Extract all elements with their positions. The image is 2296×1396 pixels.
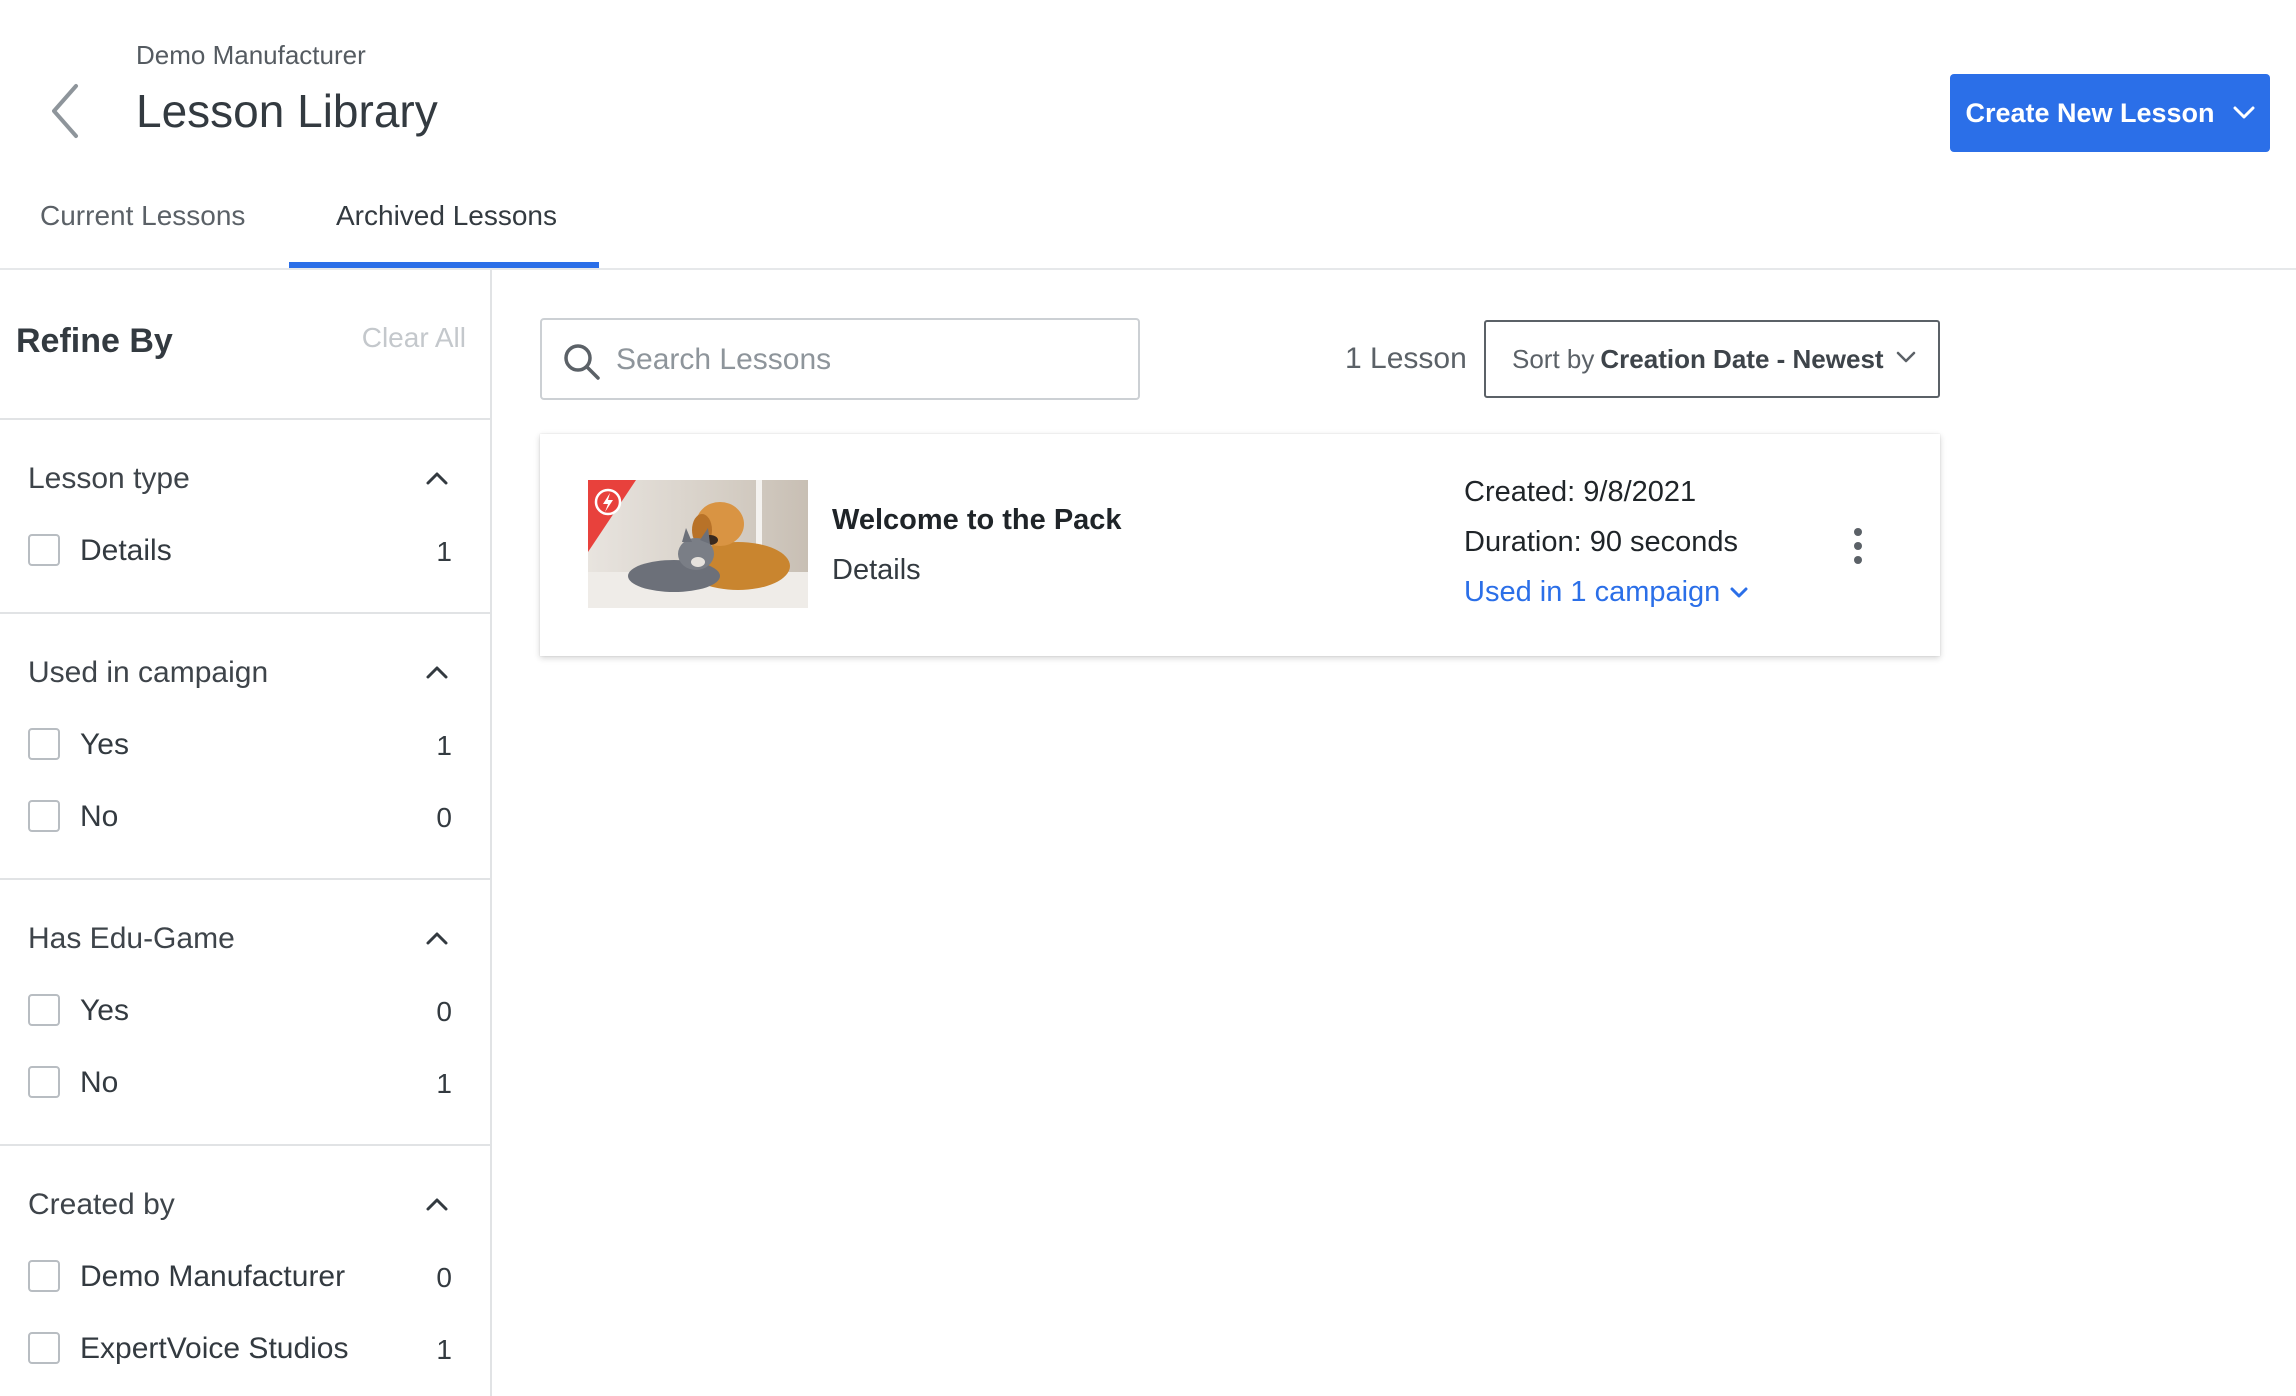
- divider: [0, 878, 490, 880]
- lesson-count: 1 Lesson: [1345, 342, 1467, 375]
- checkbox-used-in-campaign-no[interactable]: [28, 800, 60, 832]
- chevron-up-icon[interactable]: [424, 928, 450, 948]
- checkbox-created-by-demo-manufacturer[interactable]: [28, 1260, 60, 1292]
- lesson-card[interactable]: Welcome to the Pack Details Created: 9/8…: [540, 434, 1940, 656]
- checkbox-edu-game-yes[interactable]: [28, 994, 60, 1026]
- section-title-created-by: Created by: [28, 1188, 175, 1221]
- option-label: ExpertVoice Studios: [80, 1332, 349, 1365]
- option-label: Yes: [80, 728, 129, 761]
- tab-archived-lessons[interactable]: Archived Lessons: [336, 200, 557, 232]
- section-title-lesson-type: Lesson type: [28, 462, 190, 495]
- active-tab-indicator: [289, 262, 599, 268]
- option-label: No: [80, 1066, 119, 1099]
- clear-all-link[interactable]: Clear All: [362, 322, 466, 354]
- create-button-label: Create New Lesson: [1965, 97, 2215, 128]
- back-arrow-icon: [52, 84, 78, 138]
- page-title: Lesson Library: [136, 85, 438, 137]
- checkbox-edu-game-no[interactable]: [28, 1066, 60, 1098]
- option-label: Yes: [80, 994, 129, 1027]
- divider: [0, 1144, 490, 1146]
- divider: [0, 418, 490, 420]
- chevron-up-icon[interactable]: [424, 662, 450, 682]
- kebab-menu-icon[interactable]: [1846, 526, 1870, 566]
- search-input[interactable]: [614, 320, 1118, 400]
- section-title-has-edu-game: Has Edu-Game: [28, 922, 235, 955]
- refine-by-title: Refine By: [16, 322, 173, 360]
- sort-dropdown[interactable]: Sort by Creation Date - Newest: [1484, 320, 1940, 398]
- chevron-down-icon: [1730, 587, 1748, 597]
- checkbox-used-in-campaign-yes[interactable]: [28, 728, 60, 760]
- option-label: Demo Manufacturer: [80, 1260, 346, 1293]
- campaign-link-label: Used in 1 campaign: [1464, 576, 1721, 608]
- option-count: 1: [436, 730, 452, 761]
- chevron-up-icon[interactable]: [424, 468, 450, 488]
- sort-prefix: Sort by: [1512, 343, 1595, 374]
- chevron-up-icon[interactable]: [424, 1194, 450, 1214]
- option-count: 0: [436, 996, 452, 1027]
- search-icon: [564, 344, 600, 380]
- chevron-down-icon: [1896, 351, 1916, 363]
- lesson-thumbnail: [588, 480, 808, 608]
- divider: [0, 612, 490, 614]
- lesson-created-date: Created: 9/8/2021: [1464, 476, 1697, 508]
- back-button[interactable]: [40, 80, 90, 142]
- option-count: 1: [436, 536, 452, 567]
- checkbox-lesson-type-details[interactable]: [28, 534, 60, 566]
- search-box: [540, 318, 1140, 400]
- lesson-type: Details: [832, 554, 921, 586]
- checkbox-created-by-expertvoice-studios[interactable]: [28, 1332, 60, 1364]
- used-in-campaign-link[interactable]: Used in 1 campaign: [1464, 576, 1748, 609]
- option-count: 0: [436, 802, 452, 833]
- option-label: Details: [80, 534, 172, 567]
- breadcrumb-org: Demo Manufacturer: [136, 40, 366, 70]
- option-label: No: [80, 800, 119, 833]
- lesson-duration: Duration: 90 seconds: [1464, 526, 1739, 558]
- lesson-title[interactable]: Welcome to the Pack: [832, 504, 1122, 537]
- option-count: 1: [436, 1334, 452, 1365]
- tab-current-lessons[interactable]: Current Lessons: [40, 200, 245, 232]
- section-title-used-in-campaign: Used in campaign: [28, 656, 269, 689]
- option-count: 0: [436, 1262, 452, 1293]
- filter-sidebar: Refine By Clear All Lesson type Details …: [0, 270, 492, 1396]
- option-count: 1: [436, 1068, 452, 1099]
- sort-value: Creation Date - Newest: [1600, 343, 1884, 374]
- create-new-lesson-button[interactable]: Create New Lesson: [1950, 74, 2270, 152]
- chevron-down-icon: [2233, 106, 2255, 119]
